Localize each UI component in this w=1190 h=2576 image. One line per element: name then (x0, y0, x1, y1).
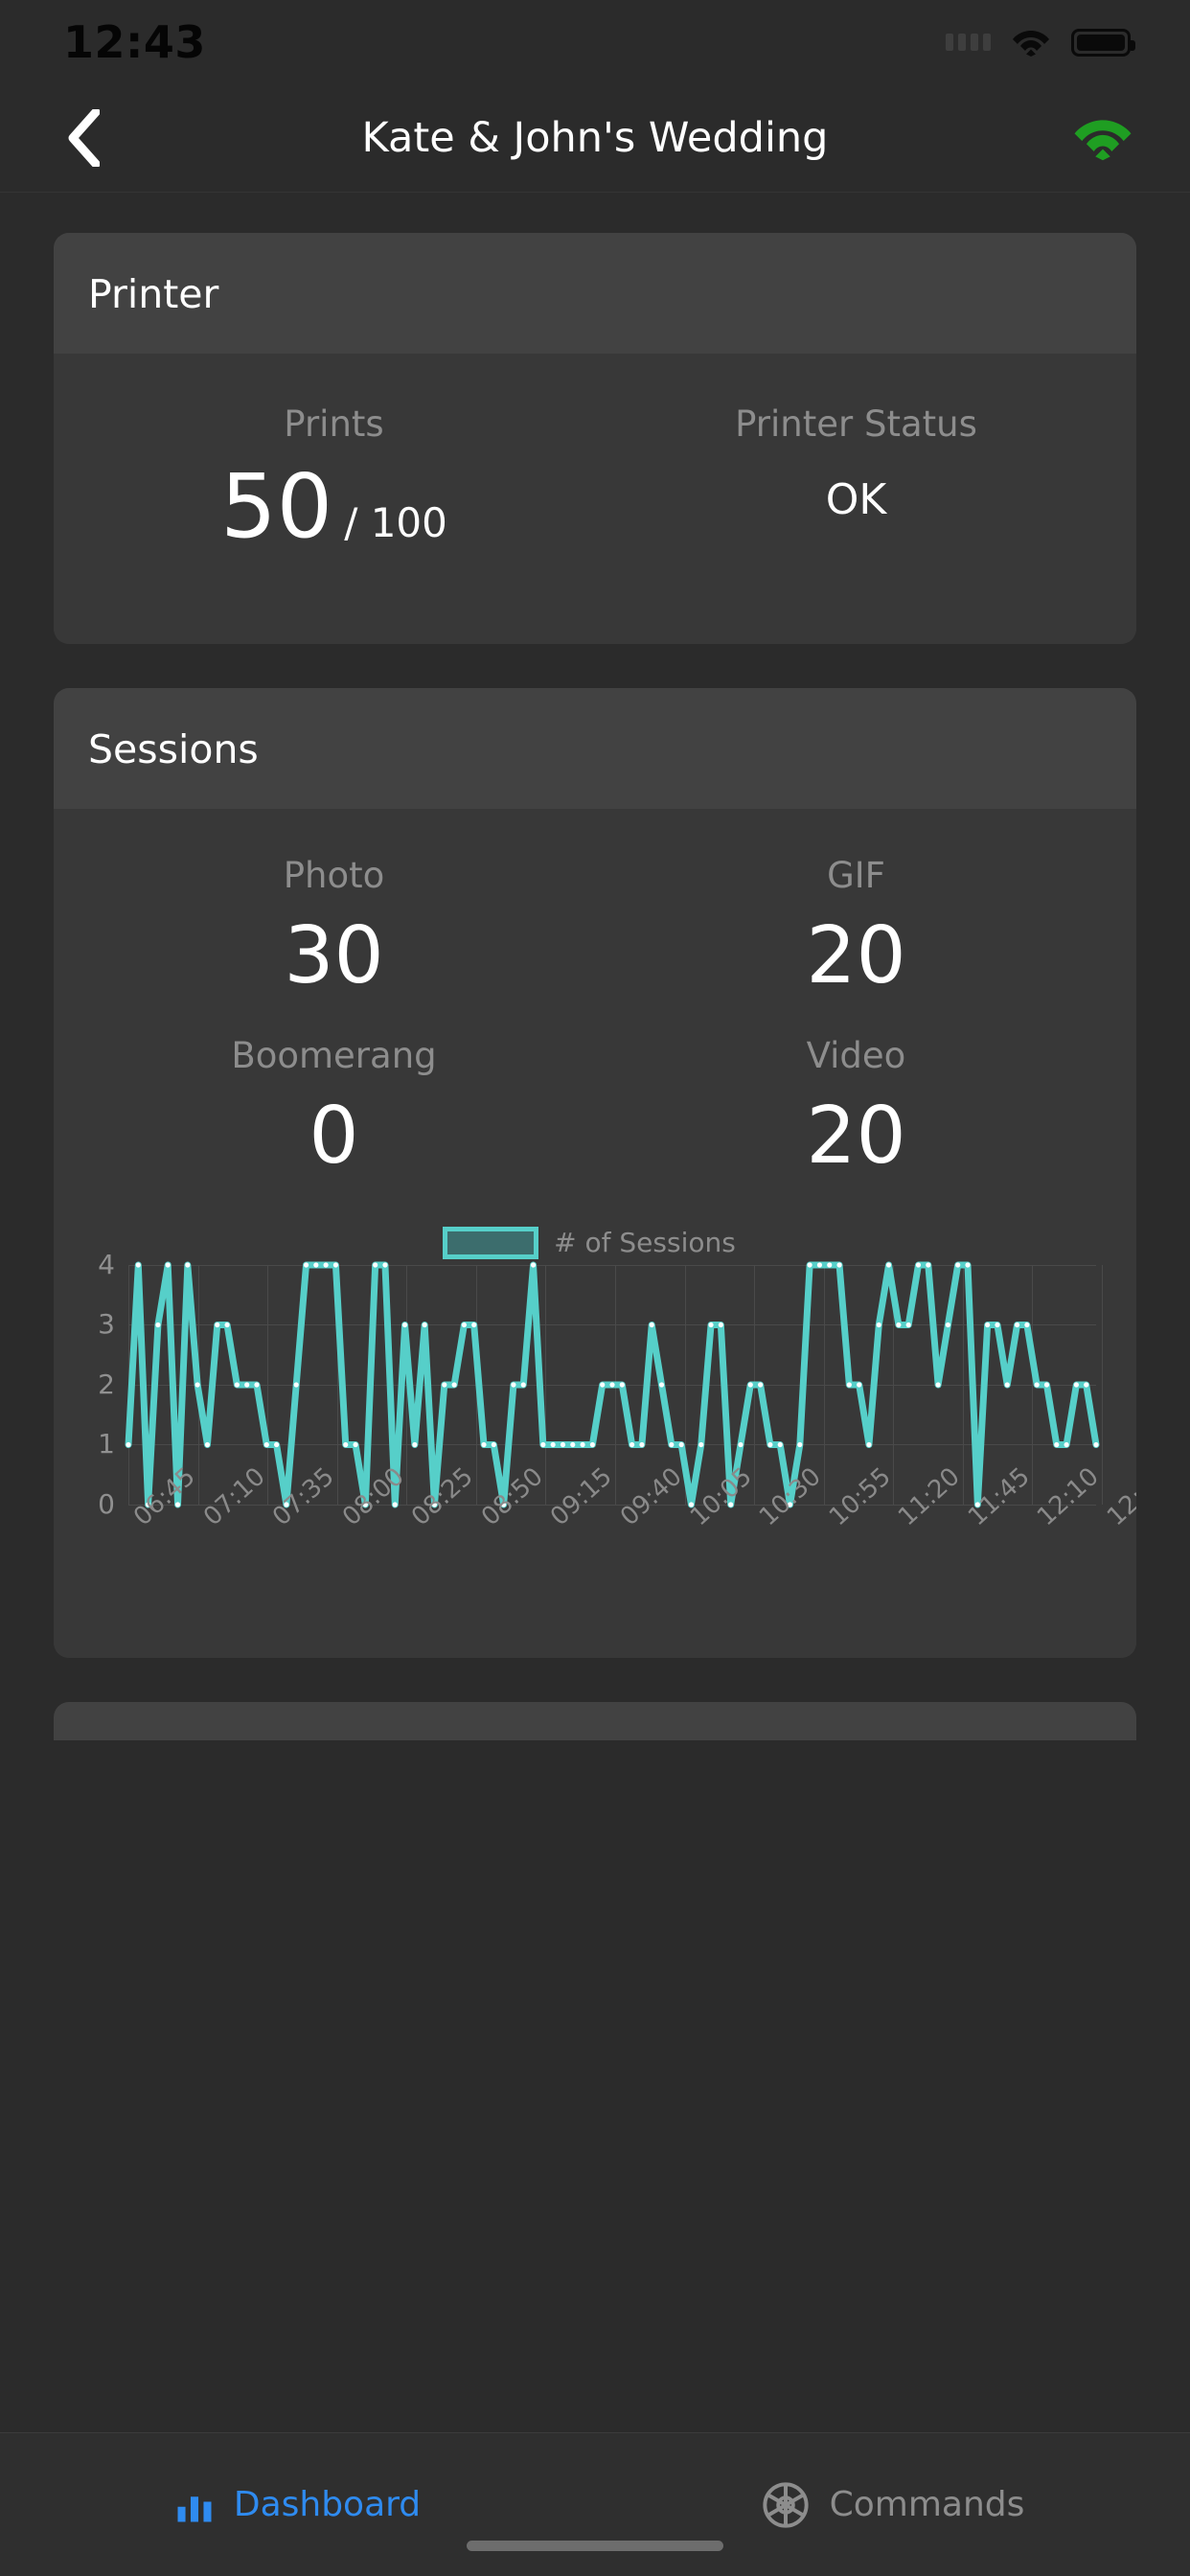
home-indicator (467, 2541, 723, 2551)
wifi-icon (1012, 28, 1050, 57)
chart-vertical-gridline (1102, 1265, 1103, 1505)
stat-video-label: Video (595, 1033, 1117, 1079)
sessions-card: Sessions Photo 30 GIF 20 Boomerang 0 (54, 688, 1136, 1658)
stat-photo-value: 30 (73, 912, 595, 1000)
stat-video: Video 20 (595, 1022, 1117, 1202)
status-bar-time: 12:43 (63, 20, 206, 64)
battery-full-icon (1071, 29, 1131, 57)
wifi-connected-icon (1073, 115, 1133, 161)
chart-y-tick-label: 4 (98, 1252, 115, 1278)
stat-boomerang: Boomerang 0 (73, 1022, 595, 1202)
stat-prints-label: Prints (73, 402, 595, 448)
chart-y-tick-label: 3 (98, 1311, 115, 1338)
stat-printer-status: Printer Status OK (595, 390, 1117, 577)
stat-boomerang-value: 0 (73, 1092, 595, 1181)
stat-gif-value: 20 (595, 912, 1117, 1000)
printer-card: Printer Prints 50 / 100 Printer Status OK (54, 233, 1136, 644)
tab-dashboard[interactable]: Dashboard (0, 2485, 595, 2525)
aperture-icon (761, 2480, 811, 2530)
chart-legend: # of Sessions (79, 1227, 1100, 1259)
sessions-card-body: Photo 30 GIF 20 Boomerang 0 Video 20 (54, 809, 1136, 1658)
status-bar-icons (946, 28, 1131, 57)
stat-printer-status-value: OK (595, 476, 1117, 523)
chart-y-tick-label: 2 (98, 1371, 115, 1398)
sessions-card-header: Sessions (54, 688, 1136, 809)
sessions-card-title: Sessions (88, 726, 1102, 772)
chart-x-axis: 06:4507:1007:3508:0008:2508:5009:1509:40… (128, 1505, 1096, 1620)
stat-boomerang-label: Boomerang (73, 1033, 595, 1079)
sessions-chart: # of Sessions 0 1 2 3 4 06:4507:1007:3508:00… (73, 1202, 1117, 1620)
stat-gif: GIF 20 (595, 841, 1117, 1022)
tab-dashboard-label: Dashboard (234, 2485, 421, 2524)
chart-x-tick-label: 12:40 (1102, 1462, 1136, 1531)
chart-legend-swatch (443, 1227, 538, 1259)
nav-header: Kate & John's Wedding (0, 84, 1190, 193)
connection-status-button[interactable] (1067, 109, 1138, 167)
printer-card-body: Prints 50 / 100 Printer Status OK (54, 354, 1136, 644)
status-bar: 12:43 (0, 0, 1190, 84)
printer-stat-grid: Prints 50 / 100 Printer Status OK (73, 390, 1117, 577)
bottom-tab-bar: Dashboard Commands (0, 2432, 1190, 2576)
stat-video-value: 20 (595, 1092, 1117, 1181)
stat-photo-label: Photo (73, 853, 595, 899)
app-screen: 12:43 Kate & John's Wedding (0, 0, 1190, 2576)
tab-commands[interactable]: Commands (595, 2480, 1190, 2530)
chart-legend-label: # of Sessions (554, 1227, 736, 1258)
chart-y-tick-label: 0 (98, 1491, 115, 1518)
stat-prints-number: 50 (220, 455, 332, 558)
stat-prints: Prints 50 / 100 (73, 390, 595, 577)
stat-prints-value: 50 / 100 (73, 457, 595, 556)
page-title: Kate & John's Wedding (0, 114, 1190, 162)
next-card-peek[interactable] (54, 1702, 1136, 1740)
printer-card-title: Printer (88, 271, 1102, 317)
printer-card-header: Printer (54, 233, 1136, 354)
bar-chart-icon (174, 2485, 215, 2525)
tab-commands-label: Commands (830, 2485, 1025, 2524)
stat-prints-total: / 100 (344, 499, 447, 546)
chevron-left-icon (67, 109, 100, 167)
stat-printer-status-label: Printer Status (595, 402, 1117, 448)
stat-gif-label: GIF (595, 853, 1117, 899)
chart-y-tick-label: 1 (98, 1431, 115, 1458)
stat-photo: Photo 30 (73, 841, 595, 1022)
sessions-stat-grid: Photo 30 GIF 20 Boomerang 0 Video 20 (73, 841, 1117, 1202)
dashboard-scroll-area[interactable]: Printer Prints 50 / 100 Printer Status OK (0, 193, 1190, 2432)
signal-dots-icon (946, 34, 991, 51)
back-button[interactable] (48, 103, 119, 173)
